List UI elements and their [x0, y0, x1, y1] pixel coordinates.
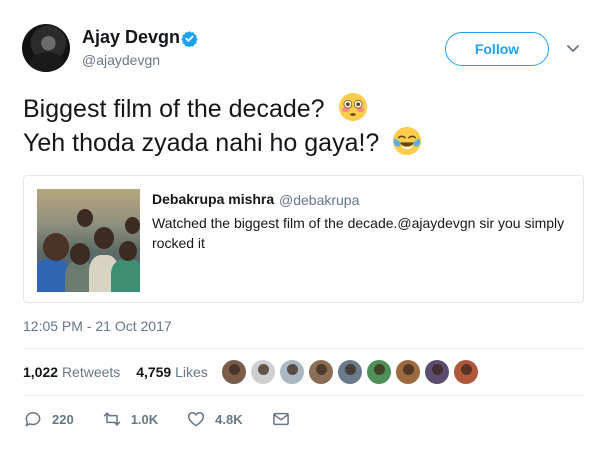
retweets-count: 1,022 — [23, 364, 59, 380]
tears-of-joy-emoji-icon — [393, 126, 422, 156]
tweet-line-2: Yeh thoda zyada nahi ho gaya!? — [23, 126, 593, 160]
retweet-icon — [103, 412, 120, 426]
liker-avatar[interactable] — [221, 359, 247, 385]
reply-icon — [25, 412, 41, 427]
retweets-stat[interactable]: 1,022 Retweets — [23, 364, 126, 380]
liker-avatars — [221, 359, 482, 385]
retweets-label: Retweets — [61, 364, 121, 380]
retweet-action[interactable]: 1.0K — [102, 409, 158, 429]
divider — [23, 395, 584, 396]
tweet-line-1: Biggest film of the decade? — [23, 92, 593, 126]
divider — [23, 348, 584, 349]
quoted-author-handle[interactable]: @debakrupa — [279, 192, 359, 208]
likes-stat[interactable]: 4,759 Likes — [136, 364, 214, 380]
heart-icon — [188, 412, 205, 427]
chevron-down-icon[interactable] — [566, 44, 580, 54]
quoted-tweet[interactable]: Debakrupa mishra @debakrupa Watched the … — [23, 175, 584, 303]
tweet-card: Ajay Devgn @ajaydevgn Follow Biggest fil… — [0, 0, 615, 454]
quoted-author-name[interactable]: Debakrupa mishra — [152, 191, 274, 207]
tweet-stats: 1,022 Retweets 4,759 Likes — [23, 364, 220, 380]
likes-count: 4,759 — [136, 364, 172, 380]
tweet-line-2-text: Yeh thoda zyada nahi ho gaya!? — [23, 129, 380, 157]
tweet-line-1-text: Biggest film of the decade? — [23, 95, 325, 123]
liker-avatar[interactable] — [453, 359, 479, 385]
reply-count: 220 — [52, 411, 74, 427]
verified-badge-icon — [181, 31, 198, 47]
reply-action[interactable]: 220 — [23, 409, 74, 429]
liker-avatar[interactable] — [337, 359, 363, 385]
like-action[interactable]: 4.8K — [186, 409, 243, 429]
tweet-text: Biggest film of the decade? Yeh thoda zy… — [23, 92, 593, 160]
liker-avatar[interactable] — [250, 359, 276, 385]
author-avatar[interactable] — [22, 24, 70, 72]
liker-avatar[interactable] — [308, 359, 334, 385]
liker-avatar[interactable] — [366, 359, 392, 385]
follow-button[interactable]: Follow — [445, 32, 549, 66]
liker-avatar[interactable] — [279, 359, 305, 385]
direct-message-action[interactable] — [271, 409, 300, 429]
author-display-name[interactable]: Ajay Devgn — [82, 27, 180, 48]
quoted-tweet-photo[interactable] — [37, 189, 140, 292]
quoted-tweet-text: Watched the biggest film of the decade.@… — [152, 215, 565, 251]
tweet-actions: 220 1.0K 4.8K — [23, 408, 328, 430]
liker-avatar[interactable] — [424, 359, 450, 385]
envelope-icon — [272, 412, 289, 426]
author-handle[interactable]: @ajaydevgn — [82, 52, 160, 68]
retweet-count: 1.0K — [130, 411, 159, 427]
like-count: 4.8K — [215, 411, 243, 427]
likes-label: Likes — [175, 364, 208, 380]
flushed-face-emoji-icon — [338, 92, 367, 122]
liker-avatar[interactable] — [395, 359, 421, 385]
tweet-timestamp[interactable]: 12:05 PM - 21 Oct 2017 — [23, 318, 172, 334]
